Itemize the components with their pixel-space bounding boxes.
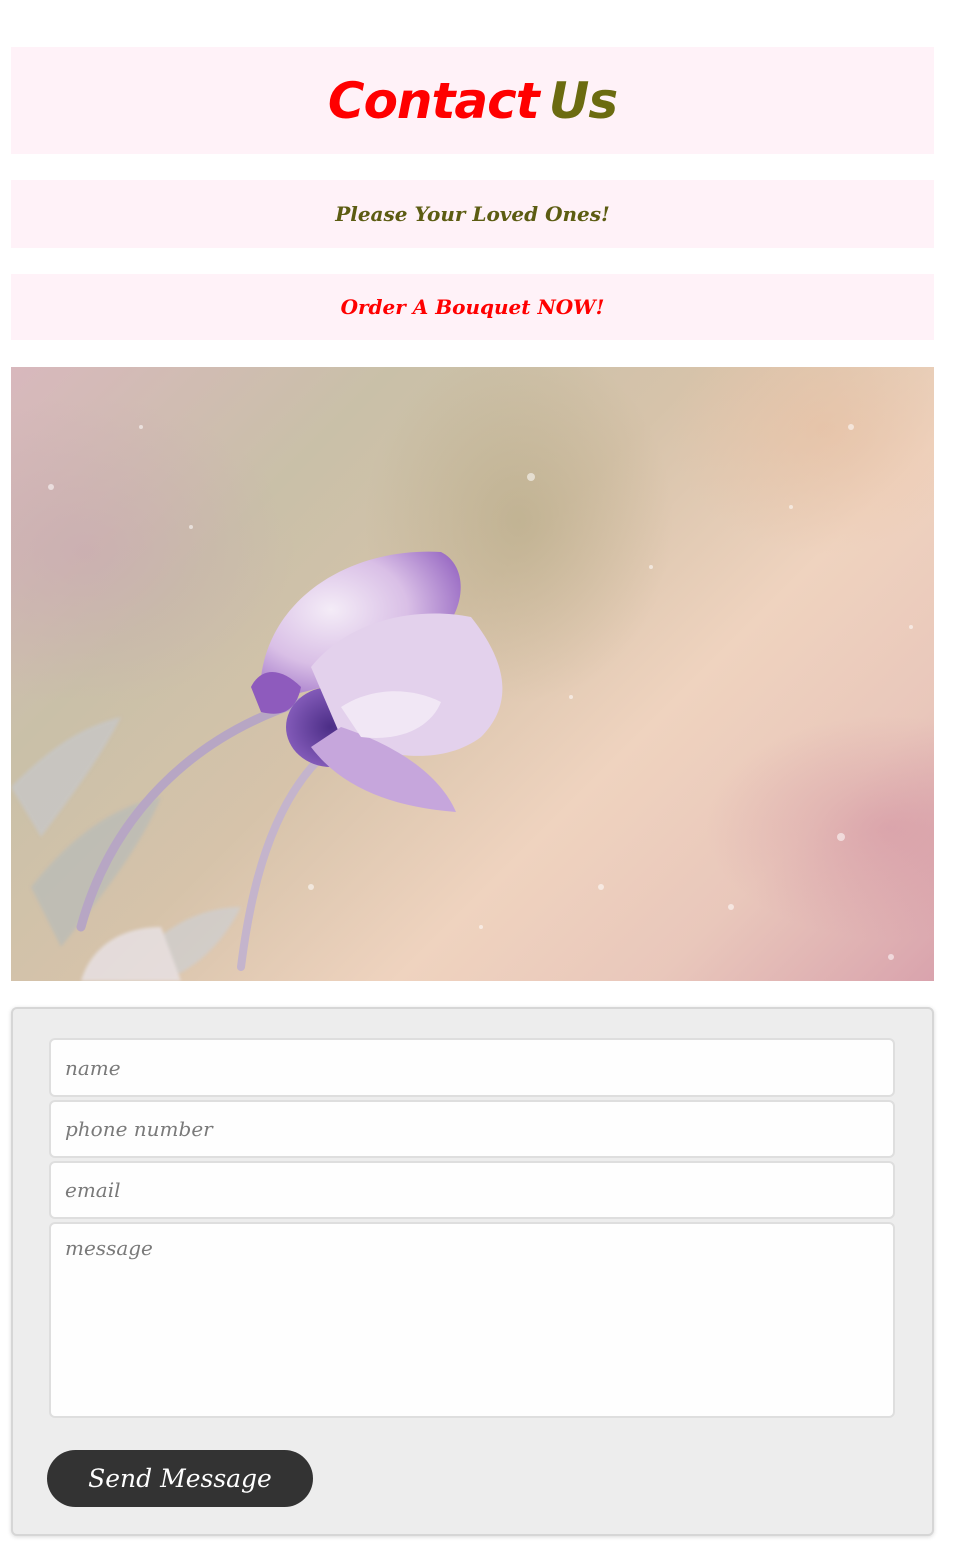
flower-image: [11, 367, 934, 981]
email-input[interactable]: [49, 1161, 895, 1219]
name-input[interactable]: [49, 1038, 895, 1097]
phone-input[interactable]: [49, 1100, 895, 1158]
title-word-contact: Contact: [327, 71, 540, 130]
send-message-button[interactable]: Send Message: [47, 1450, 313, 1507]
message-textarea[interactable]: [49, 1222, 895, 1418]
contact-form: Send Message: [11, 1007, 934, 1536]
page-header: Contact Us: [11, 47, 934, 154]
flower-bloom: [251, 551, 503, 812]
flower-stem-secondary: [237, 753, 325, 971]
tagline-banner: Please Your Loved Ones!: [11, 180, 934, 248]
foliage-shape: [11, 717, 241, 981]
page-title: Contact Us: [327, 71, 618, 130]
cta-text: Order A Bouquet NOW!: [340, 295, 605, 319]
tagline-text: Please Your Loved Ones!: [335, 202, 610, 226]
flower-illustration: [11, 424, 913, 981]
cta-banner: Order A Bouquet NOW!: [11, 274, 934, 340]
title-word-us: Us: [548, 71, 618, 130]
